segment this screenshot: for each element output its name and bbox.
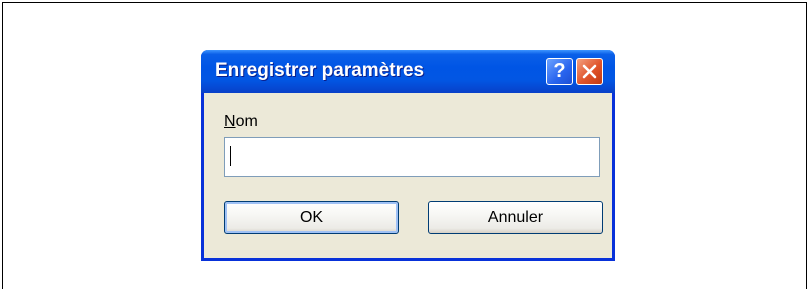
help-button[interactable]: ? <box>546 58 573 85</box>
name-label: Nom <box>224 113 258 131</box>
name-label-rest: om <box>235 113 258 130</box>
save-settings-dialog: Enregistrer paramètres ? Nom OK Annuler <box>201 50 615 261</box>
help-icon: ? <box>553 60 566 82</box>
close-icon <box>582 64 597 79</box>
close-button[interactable] <box>576 58 603 85</box>
name-input[interactable] <box>224 137 600 177</box>
ok-button[interactable]: OK <box>224 201 399 234</box>
dialog-title: Enregistrer paramètres <box>215 60 425 81</box>
cancel-button[interactable]: Annuler <box>428 201 603 234</box>
text-caret <box>230 146 231 166</box>
title-bar[interactable]: Enregistrer paramètres ? <box>201 50 615 93</box>
name-label-accesskey: N <box>224 113 236 130</box>
